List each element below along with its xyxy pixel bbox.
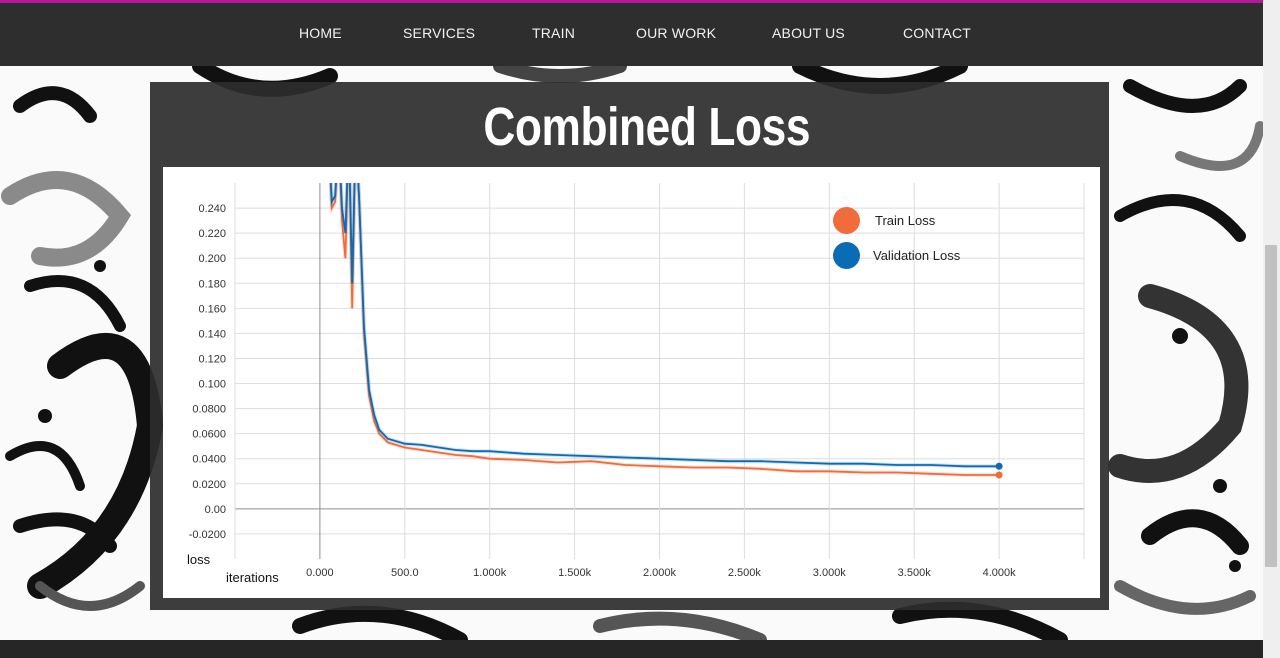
x-tick-label: 1.000k bbox=[473, 567, 507, 579]
x-tick-label: 3.500k bbox=[898, 567, 932, 579]
train-loss-end-point[interactable] bbox=[995, 471, 1003, 479]
y-tick-label: 0.140 bbox=[198, 328, 226, 340]
validation-loss-legend-label: Validation Loss bbox=[873, 248, 961, 263]
x-tick-label: 0.000 bbox=[306, 567, 334, 579]
y-tick-label: 0.120 bbox=[198, 353, 226, 365]
nav-home[interactable]: HOME bbox=[299, 25, 342, 41]
y-tick-label: 0.0600 bbox=[192, 429, 226, 441]
bottom-bar bbox=[0, 640, 1263, 658]
train-loss-legend-icon bbox=[833, 207, 860, 234]
nav-about-us[interactable]: ABOUT US bbox=[772, 25, 845, 41]
x-tick-label: 3.000k bbox=[813, 567, 847, 579]
validation-loss-end-point[interactable] bbox=[995, 462, 1003, 470]
validation-loss-legend-icon bbox=[833, 242, 860, 269]
x-axis-label: iterations bbox=[226, 570, 279, 585]
scrollbar-thumb[interactable] bbox=[1265, 245, 1277, 567]
y-axis-label: loss bbox=[187, 552, 211, 567]
validation-loss-line bbox=[329, 183, 1000, 468]
y-tick-label: 0.0800 bbox=[192, 404, 226, 416]
page-scrollbar[interactable] bbox=[1263, 0, 1280, 658]
y-tick-label: 0.240 bbox=[198, 203, 226, 215]
y-tick-label: 0.220 bbox=[198, 228, 226, 240]
x-tick-label: 2.500k bbox=[728, 567, 762, 579]
y-tick-label: 0.0400 bbox=[192, 454, 226, 466]
y-tick-label: 0.160 bbox=[198, 303, 226, 315]
y-tick-label: 0.0200 bbox=[192, 479, 226, 491]
y-tick-label: 0.180 bbox=[198, 278, 226, 290]
series-smoothing-halo bbox=[328, 183, 1000, 469]
main-navbar: HOME SERVICES TRAIN OUR WORK ABOUT US CO… bbox=[0, 3, 1263, 66]
x-tick-label: 500.0 bbox=[391, 567, 419, 579]
y-tick-label: 0.00 bbox=[205, 504, 226, 516]
loss-chart-svg: -0.0200 0.00 0.0200 0.0400 0.0600 0.0800 0.100… bbox=[189, 183, 1085, 579]
loss-chart: -0.0200 0.00 0.0200 0.0400 0.0600 0.0800 0.100… bbox=[163, 167, 1100, 598]
nav-contact[interactable]: CONTACT bbox=[903, 25, 971, 41]
train-loss-legend-label: Train Loss bbox=[875, 213, 936, 228]
page-title: Combined Loss bbox=[483, 97, 811, 157]
x-tick-label: 1.500k bbox=[558, 567, 592, 579]
y-tick-label: 0.100 bbox=[198, 379, 226, 391]
nav-train[interactable]: TRAIN bbox=[532, 25, 575, 41]
x-tick-label: 4.000k bbox=[983, 567, 1017, 579]
y-tick-label: 0.200 bbox=[198, 253, 226, 265]
x-tick-label: 2.000k bbox=[643, 567, 677, 579]
y-tick-label: -0.0200 bbox=[189, 529, 226, 541]
nav-our-work[interactable]: OUR WORK bbox=[636, 25, 716, 41]
nav-services[interactable]: SERVICES bbox=[403, 25, 475, 41]
